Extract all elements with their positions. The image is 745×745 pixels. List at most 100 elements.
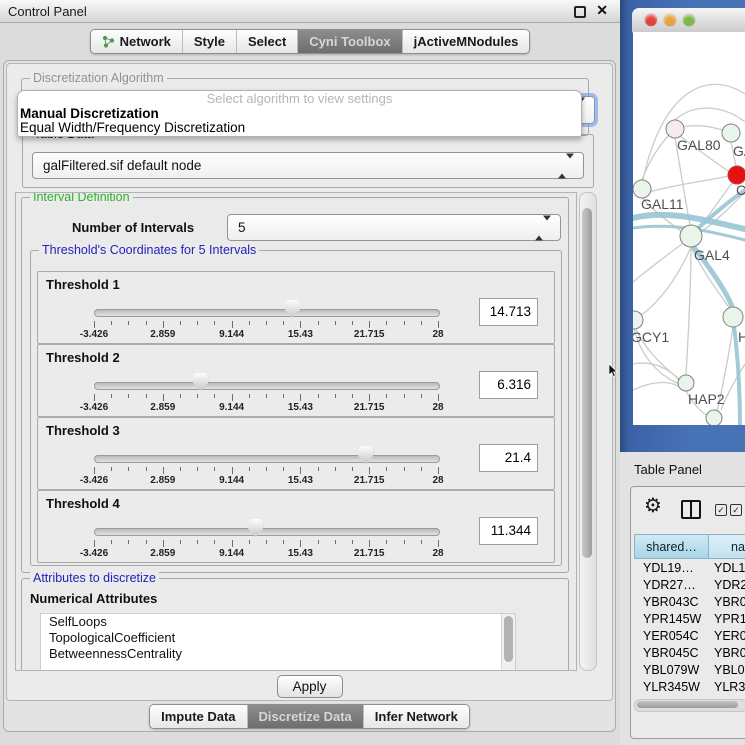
tab-infer-network[interactable]: Infer Network [363, 705, 469, 728]
slider-tick [249, 467, 250, 471]
dropdown-option-equal-width-frequency-discretization[interactable]: Equal Width/Frequency Discretization [18, 121, 581, 135]
slider-tick [163, 467, 164, 474]
slider-tick [197, 467, 198, 471]
table-row[interactable]: YER054CYER0 [634, 628, 745, 645]
slider-track[interactable] [94, 455, 440, 463]
slider-tick-label: 2.859 [150, 329, 175, 340]
slider-tick [369, 394, 370, 401]
close-panel-icon[interactable]: ✕ [596, 2, 608, 19]
tab-select[interactable]: Select [236, 30, 297, 53]
table-row[interactable]: YLR345WYLR3 [634, 679, 745, 696]
attribute-item[interactable]: BetweennessCentrality [41, 646, 515, 662]
slider-tick-label: 9.144 [219, 329, 244, 340]
gal80-node[interactable] [666, 120, 684, 138]
dropdown-option-manual-discretization[interactable]: Manual Discretization [18, 107, 581, 121]
number-of-intervals-label: Number of Intervals [72, 220, 194, 235]
table-row[interactable]: YBR045CYBR0 [634, 645, 745, 662]
checkbox-icon[interactable]: ✓ [730, 504, 742, 516]
table-horizontal-scrollbar[interactable] [634, 699, 745, 712]
combo-arrows-icon [535, 220, 551, 235]
node-right[interactable] [723, 307, 743, 327]
table-row[interactable]: YDR27…YDR2 [634, 577, 745, 594]
cell-shared-name: YDR27… [634, 577, 713, 594]
slider-tick [438, 540, 439, 547]
number-of-intervals-combobox[interactable]: 5 [227, 214, 561, 241]
node-top-right[interactable] [722, 124, 740, 142]
tab-network[interactable]: Network [91, 30, 182, 53]
network-window-titlebar [632, 8, 745, 33]
threshold-label: Threshold 1 [46, 277, 120, 292]
hap2-node[interactable] [678, 375, 694, 391]
threshold-row-1: Threshold 1-3.4262.8599.14415.4321.71528… [37, 271, 555, 344]
close-traffic-light-icon[interactable] [645, 14, 657, 26]
numerical-attributes-list[interactable]: SelfLoopsTopologicalCoefficientBetweenne… [40, 613, 516, 671]
zoom-traffic-light-icon[interactable] [683, 14, 695, 26]
column-header-shared-name[interactable]: shared… [634, 534, 709, 559]
attributes-list-scrollbar[interactable] [501, 614, 515, 671]
gcy1-node[interactable] [633, 311, 643, 329]
float-window-icon[interactable] [574, 6, 586, 18]
slider-tick-label: -3.426 [80, 402, 108, 413]
slider-tick [369, 321, 370, 328]
checkbox-icon[interactable]: ✓ [715, 504, 727, 516]
settings-scrollbar-thumb[interactable] [582, 208, 592, 558]
table-hscrollbar-thumb[interactable] [637, 701, 738, 708]
settings-scrollbar[interactable] [579, 192, 597, 671]
table-data-combobox[interactable]: galFiltered.sif default node [32, 152, 584, 179]
slider-tick [404, 394, 405, 398]
threshold-value-field[interactable]: 11.344 [479, 517, 538, 545]
slider-tick [163, 321, 164, 328]
slider-tick [300, 467, 301, 474]
tab-cyni-toolbox[interactable]: Cyni Toolbox [297, 30, 401, 53]
gear-icon[interactable]: ⚙ [644, 493, 662, 517]
table-row[interactable]: YDL19…YDL1 [634, 560, 745, 577]
cell-name: YBR0 [713, 645, 745, 662]
network-canvas[interactable]: GAL80GACGAL11GAL4HGCY1HAP2 [633, 32, 745, 425]
slider-tick-label: 28 [432, 475, 443, 486]
slider-tick [386, 540, 387, 544]
main-tab-group: NetworkStyleSelectCyni ToolboxjActiveMNo… [90, 29, 531, 54]
attributes-scrollbar-thumb[interactable] [504, 616, 513, 662]
table-row[interactable]: YBL079WYBL0 [634, 662, 745, 679]
threshold-label: Threshold 3 [46, 423, 120, 438]
slider-tick [111, 394, 112, 398]
node-label-h: H [738, 329, 745, 345]
slider-tick [266, 540, 267, 544]
slider-tick [163, 540, 164, 547]
apply-button[interactable]: Apply [277, 675, 343, 698]
slider-track[interactable] [94, 382, 440, 390]
threshold-label: Threshold 4 [46, 496, 120, 511]
slider-tick [128, 321, 129, 325]
slider-tick [386, 467, 387, 471]
slider-tick [180, 540, 181, 544]
attribute-item[interactable]: TopologicalCoefficient [41, 630, 515, 646]
column-header-name[interactable]: name [709, 534, 745, 559]
gal4-node[interactable] [680, 225, 702, 247]
threshold-value-field[interactable]: 14.713 [479, 298, 538, 326]
table-row[interactable]: YPR145WYPR1 [634, 611, 745, 628]
slider-tick [146, 540, 147, 544]
table-panel-title: Table Panel [634, 462, 702, 477]
tab-discretize-data[interactable]: Discretize Data [247, 705, 363, 728]
tab-style[interactable]: Style [182, 30, 236, 53]
cell-shared-name: YBR045C [634, 645, 713, 662]
slider-tick-label: 21.715 [354, 475, 385, 486]
algorithm-dropdown-popup: Select algorithm to view settings Manual… [17, 90, 582, 137]
attribute-item[interactable]: SelfLoops [41, 614, 515, 630]
minimize-traffic-light-icon[interactable] [664, 14, 676, 26]
slider-tick [404, 321, 405, 325]
threshold-value-field[interactable]: 21.4 [479, 444, 538, 472]
slider-tick [163, 394, 164, 401]
slider-tick-label: 15.43 [288, 329, 313, 340]
split-columns-icon[interactable] [681, 500, 701, 519]
threshold-value-field[interactable]: 6.316 [479, 371, 538, 399]
tab-impute-data[interactable]: Impute Data [150, 705, 246, 728]
table-row[interactable]: YBR043CYBR0 [634, 594, 745, 611]
slider-tick [146, 467, 147, 471]
control-panel-title: Control Panel [8, 4, 87, 19]
slider-track[interactable] [94, 528, 440, 536]
cell-name: YDR2 [713, 577, 745, 594]
slider-track[interactable] [94, 309, 440, 317]
tab-jactivemnodules[interactable]: jActiveMNodules [402, 30, 530, 53]
node-bottom[interactable] [706, 410, 722, 425]
